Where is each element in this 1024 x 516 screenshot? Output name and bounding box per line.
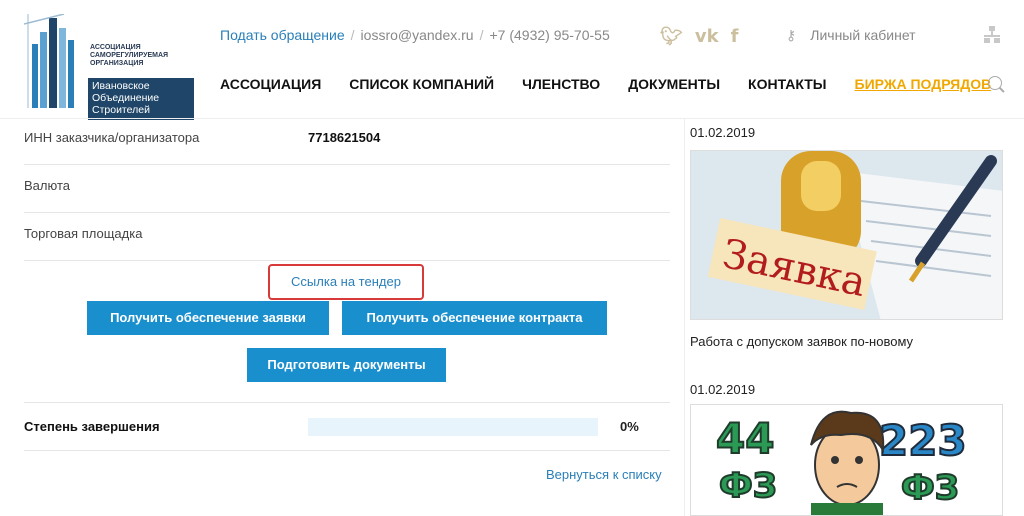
- sitemap-icon[interactable]: [984, 26, 1000, 44]
- law-suffix-left: ФЗ: [719, 466, 777, 506]
- logo[interactable]: Ассоциация саморегулируемая организация …: [23, 13, 194, 120]
- law-number-left: 44: [716, 414, 774, 463]
- nav-item-documents[interactable]: ДОКУМЕНТЫ: [628, 76, 720, 92]
- divider: [24, 450, 670, 451]
- field-row-trading-platform: Торговая площадка: [24, 212, 670, 261]
- get-application-security-button[interactable]: Получить обеспечение заявки: [87, 301, 329, 335]
- nav-item-contacts[interactable]: КОНТАКТЫ: [748, 76, 826, 92]
- logo-building-icon: [23, 13, 74, 108]
- cabinet-label: Личный кабинет: [810, 27, 916, 43]
- separator: /: [350, 27, 355, 43]
- nav-item-company-list[interactable]: СПИСОК КОМПАНИЙ: [349, 76, 494, 92]
- progress-label: Степень завершения: [24, 419, 160, 434]
- sidebar-divider: [684, 118, 685, 516]
- separator: /: [479, 27, 484, 43]
- search-icon[interactable]: [988, 76, 1002, 90]
- tender-link[interactable]: Ссылка на тендер: [268, 264, 424, 300]
- get-contract-security-button[interactable]: Получить обеспечение контракта: [342, 301, 607, 335]
- social-links: 🐦︎ vk f: [660, 26, 738, 47]
- prepare-documents-button[interactable]: Подготовить документы: [247, 348, 446, 382]
- contact-line: Подать обращение / iossro@yandex.ru / +7 (49…: [220, 27, 610, 43]
- divider: [24, 402, 670, 403]
- main-nav: АССОЦИАЦИЯ СПИСОК КОМПАНИЙ ЧЛЕНСТВО ДОКУ…: [220, 76, 991, 92]
- nav-item-membership[interactable]: ЧЛЕНСТВО: [522, 76, 600, 92]
- email-link[interactable]: iossro@yandex.ru: [361, 27, 474, 43]
- vk-icon[interactable]: vk: [695, 26, 719, 47]
- facebook-icon[interactable]: f: [731, 26, 739, 47]
- news-title[interactable]: Работа с допуском заявок по-новому: [690, 334, 913, 349]
- law-suffix-right: ФЗ: [901, 468, 959, 508]
- news-image-law[interactable]: 44 ФЗ 223 ФЗ: [690, 404, 1003, 516]
- twitter-icon[interactable]: 🐦︎: [660, 26, 683, 47]
- news-image-application[interactable]: Заявка: [690, 150, 1003, 320]
- field-label: Торговая площадка: [24, 226, 143, 241]
- news-date: 01.02.2019: [690, 125, 756, 140]
- phone-link[interactable]: +7 (4932) 95-70-55: [489, 27, 609, 43]
- back-to-list-link[interactable]: Вернуться к списку: [546, 467, 662, 482]
- key-icon: ⚷: [786, 28, 797, 44]
- field-row-currency: Валюта: [24, 164, 670, 213]
- field-label: ИНН заказчика/организатора: [24, 130, 200, 145]
- news-date: 01.02.2019: [690, 382, 756, 397]
- nav-item-association[interactable]: АССОЦИАЦИЯ: [220, 76, 321, 92]
- field-row-inn: ИНН заказчика/организатора 7718621504: [24, 116, 670, 165]
- law-number-right: 223: [879, 416, 967, 465]
- appeal-link[interactable]: Подать обращение: [220, 27, 345, 43]
- progress-value: 0%: [620, 419, 639, 434]
- logo-caption: Ассоциация саморегулируемая организация: [90, 44, 169, 67]
- personal-cabinet-link[interactable]: ⚷ Личный кабинет: [786, 27, 916, 44]
- field-value: 7718621504: [308, 130, 381, 145]
- progress-bar: [308, 418, 598, 436]
- field-label: Валюта: [24, 178, 70, 193]
- logo-title: Ивановское Объединение Строителей: [88, 78, 194, 120]
- nav-item-exchange[interactable]: БИРЖА ПОДРЯДОВ: [855, 76, 992, 92]
